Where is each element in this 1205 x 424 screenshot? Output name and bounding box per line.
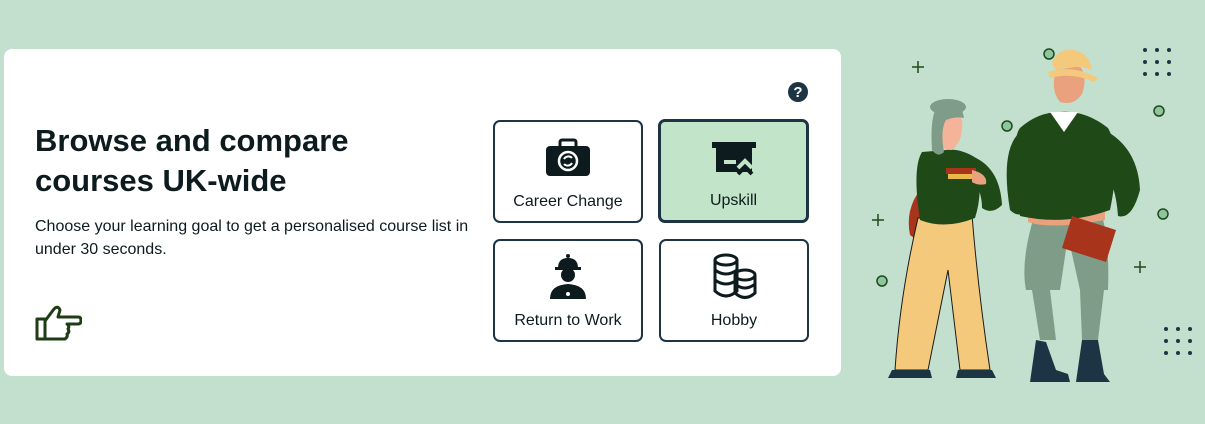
goal-hobby-button[interactable]: Hobby [659,239,809,342]
goal-upskill-button[interactable]: Upskill [658,119,809,223]
pointing-hand-icon [35,305,82,341]
page-title: Browse and compare courses UK-wide [35,123,349,198]
students-illustration [872,48,1192,382]
coins-icon [713,253,757,299]
goal-label: Upskill [709,192,758,209]
goal-career-change-button[interactable]: Career Change [493,120,643,223]
page-subtitle: Choose your learning goal to get a perso… [35,218,469,258]
goal-return-to-work-button[interactable]: Return to Work [493,239,643,342]
course-finder-card: Browse and compare courses UK-wide Choos… [4,49,841,376]
upskill-icon [711,142,756,176]
help-icon[interactable]: ? [788,82,808,102]
goal-label: Return to Work [514,312,622,329]
goal-label: Career Change [513,193,623,210]
goal-label: Hobby [710,312,758,329]
worker-icon [550,254,586,299]
briefcase-icon [546,138,590,176]
